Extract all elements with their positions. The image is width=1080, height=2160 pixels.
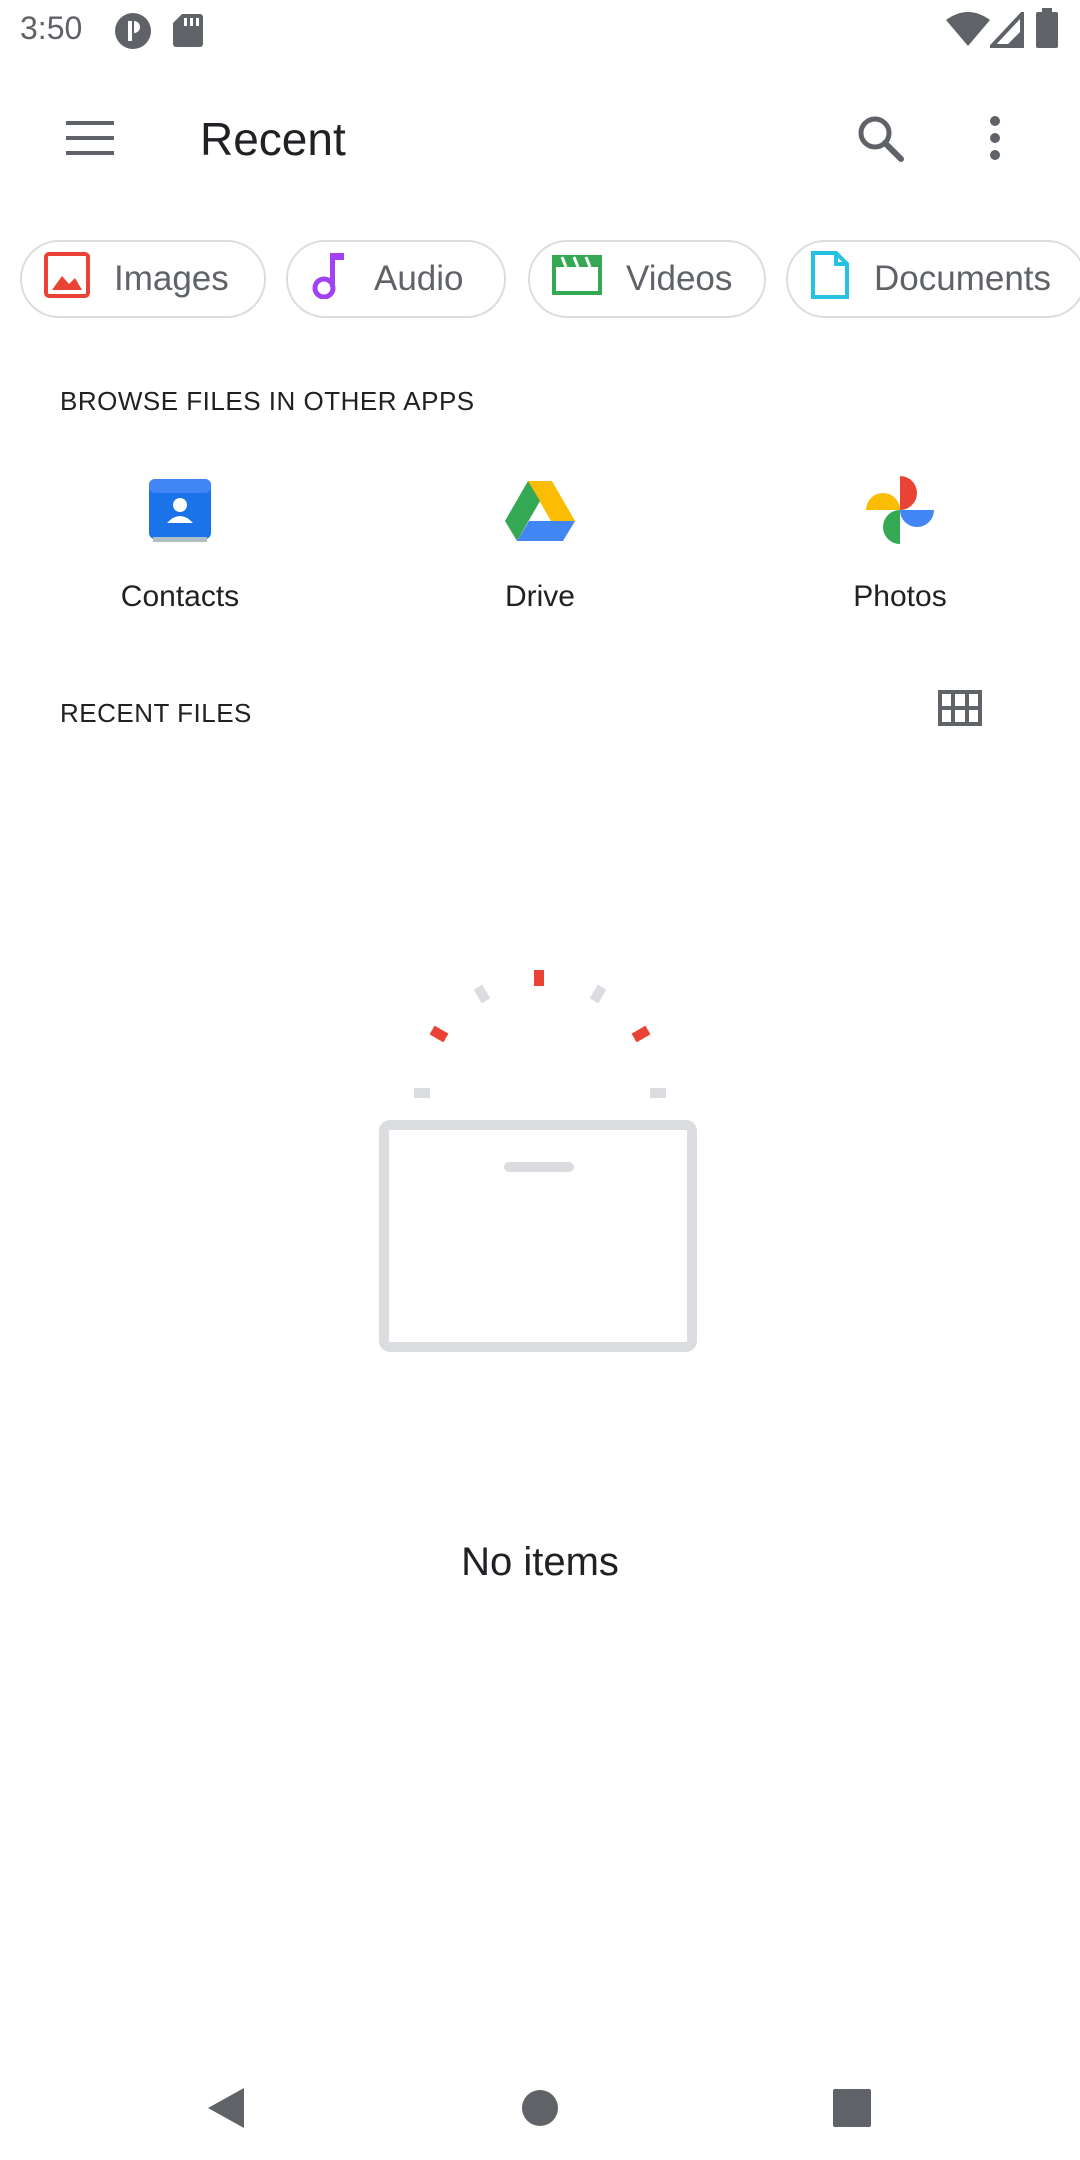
chip-videos[interactable]: Videos xyxy=(528,240,766,318)
chip-videos-label: Videos xyxy=(626,259,733,298)
drive-icon xyxy=(500,470,580,550)
status-bar: 3:50 xyxy=(0,0,1080,60)
app-drive-label: Drive xyxy=(504,580,575,613)
sd-card-icon xyxy=(172,12,204,53)
contacts-icon xyxy=(140,470,220,550)
home-icon xyxy=(521,2089,559,2132)
empty-box-icon xyxy=(370,960,710,1360)
back-button[interactable] xyxy=(186,2070,266,2150)
more-vert-icon xyxy=(989,115,1001,165)
page-title: Recent xyxy=(200,113,346,165)
notification-icon xyxy=(114,12,152,55)
image-icon xyxy=(44,251,90,307)
chip-images[interactable]: Images xyxy=(20,240,266,318)
chip-documents[interactable]: Documents xyxy=(786,240,1080,318)
more-options-button[interactable] xyxy=(955,100,1035,180)
chip-images-label: Images xyxy=(114,259,229,298)
app-contacts[interactable]: Contacts xyxy=(70,470,290,630)
recent-section-title: RECENT FILES xyxy=(60,698,252,728)
wifi-icon xyxy=(946,12,990,53)
music-note-icon xyxy=(310,251,350,308)
chip-audio-label: Audio xyxy=(374,259,464,298)
search-icon xyxy=(856,114,904,167)
chip-documents-label: Documents xyxy=(874,259,1052,298)
grid-view-button[interactable] xyxy=(920,680,1000,740)
grid-view-icon xyxy=(938,689,982,731)
app-contacts-label: Contacts xyxy=(120,580,240,613)
menu-icon xyxy=(66,120,114,160)
search-button[interactable] xyxy=(840,100,920,180)
back-icon xyxy=(206,2086,246,2135)
recents-icon xyxy=(833,2088,871,2132)
recents-button[interactable] xyxy=(812,2070,892,2150)
app-drive[interactable]: Drive xyxy=(430,470,650,630)
home-button[interactable] xyxy=(500,2070,580,2150)
signal-icon xyxy=(987,8,1024,53)
movie-icon xyxy=(552,254,602,304)
menu-button[interactable] xyxy=(50,100,130,180)
status-time: 3:50 xyxy=(20,10,83,46)
photos-icon xyxy=(860,470,940,550)
chip-audio[interactable]: Audio xyxy=(286,240,506,318)
browse-section-title: BROWSE FILES IN OTHER APPS xyxy=(60,386,475,416)
document-icon xyxy=(810,250,850,309)
app-photos[interactable]: Photos xyxy=(790,470,1010,630)
battery-icon xyxy=(1036,8,1058,53)
empty-state-message: No items xyxy=(461,1540,619,1584)
app-photos-label: Photos xyxy=(853,580,947,613)
